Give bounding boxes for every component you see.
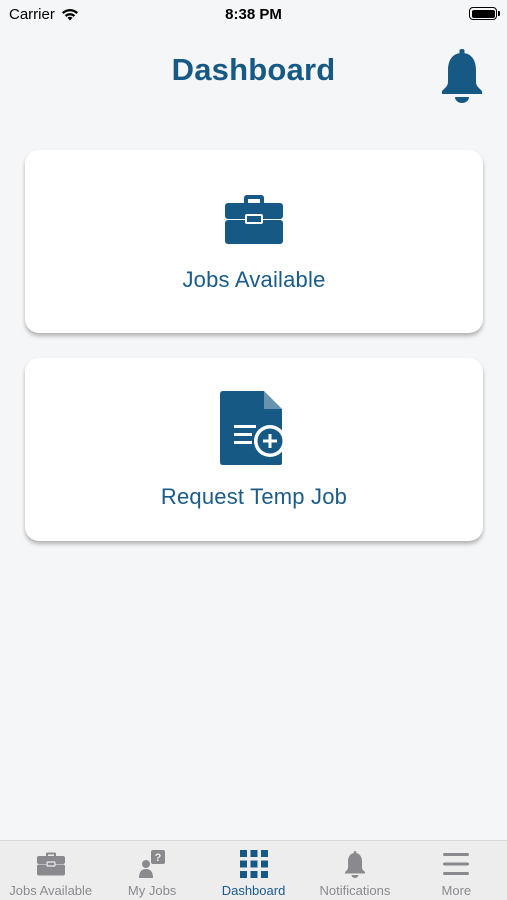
briefcase-icon — [225, 193, 283, 245]
tab-label: More — [441, 883, 472, 898]
jobs-available-card[interactable]: Jobs Available — [25, 150, 483, 333]
bell-icon — [442, 49, 482, 103]
jobs-available-label: Jobs Available — [182, 267, 326, 292]
status-bar: Carrier 8:38 PM — [0, 0, 507, 30]
tab-jobs-available[interactable]: Jobs Available — [0, 841, 101, 900]
tab-my-jobs[interactable]: ? My Jobs — [101, 841, 202, 900]
request-temp-job-label: Request Temp Job — [160, 484, 348, 509]
briefcase-icon — [36, 849, 65, 879]
tab-more[interactable]: More — [406, 841, 507, 900]
menu-icon — [443, 849, 470, 879]
tab-label: Jobs Available — [9, 883, 93, 898]
svg-text:?: ? — [155, 852, 162, 864]
notifications-button[interactable] — [439, 48, 485, 104]
request-temp-job-card[interactable]: Request Temp Job — [25, 358, 483, 541]
tab-label: Notifications — [319, 883, 391, 898]
tab-label: My Jobs — [127, 883, 177, 898]
tab-dashboard[interactable]: Dashboard — [203, 841, 304, 900]
status-time: 8:38 PM — [225, 6, 282, 23]
tab-label: Dashboard — [221, 883, 286, 898]
document-add-icon — [220, 391, 288, 465]
bell-icon — [344, 849, 366, 879]
page-title: Dashboard — [171, 52, 336, 87]
tab-bar: Jobs Available ? My Jobs Dashboard Notif… — [0, 840, 507, 900]
person-question-icon: ? — [138, 849, 166, 879]
battery-icon — [469, 7, 500, 20]
grid-icon — [239, 849, 268, 879]
tab-notifications[interactable]: Notifications — [304, 841, 405, 900]
header: Dashboard — [0, 40, 507, 104]
